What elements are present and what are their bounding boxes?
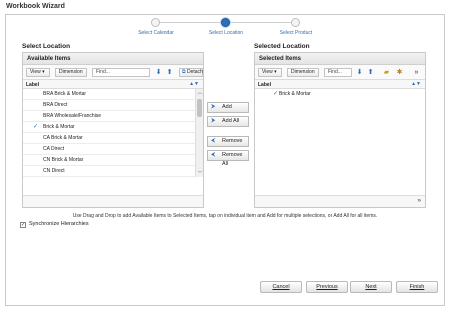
view-menu-button[interactable]: View ▾: [258, 68, 282, 77]
add-all-button[interactable]: ⮞ Add All: [207, 116, 249, 127]
list-item[interactable]: CN Brick & Mortar: [23, 155, 203, 166]
find-input[interactable]: Find...: [324, 68, 352, 77]
overflow-icon[interactable]: »: [418, 198, 421, 204]
cancel-button[interactable]: Cancel: [260, 281, 302, 293]
label-column-header: Label: [26, 82, 40, 88]
available-scrollbar[interactable]: ︿ ﹀: [195, 89, 203, 177]
list-item[interactable]: BRA Wholesale/Franchise: [23, 111, 203, 122]
find-previous-icon[interactable]: ⬆: [165, 68, 174, 77]
available-items-title: Available Items: [23, 53, 203, 65]
scroll-down-icon[interactable]: ﹀: [196, 170, 203, 177]
move-all-left-icon: ⮜: [211, 152, 216, 158]
available-toolbar: View ▾ Dimension Find... ⬇ ⬆ ⧉ Detach: [23, 65, 203, 80]
remove-button[interactable]: ⮜ Remove: [207, 136, 249, 147]
train-step-product[interactable]: [291, 18, 300, 27]
selected-toolbar: View ▾ Dimension Find... ⬇ ⬆ ▰ ✱ »: [255, 65, 425, 80]
find-next-icon[interactable]: ⬇: [355, 68, 364, 77]
available-items-panel: Available Items View ▾ Dimension Find...…: [22, 52, 204, 208]
find-previous-icon[interactable]: ⬆: [366, 68, 375, 77]
window-title: Workbook Wizard: [6, 3, 65, 10]
train-step-calendar[interactable]: [151, 18, 160, 27]
list-item[interactable]: ✓ Brick & Mortar: [255, 89, 425, 100]
add-button[interactable]: ⮞ Add: [207, 102, 249, 113]
sort-icon[interactable]: ▲▼: [411, 81, 421, 87]
folder-icon[interactable]: ▰: [382, 68, 391, 77]
list-item[interactable]: CA Direct: [23, 144, 203, 155]
detach-button[interactable]: ⧉ Detach: [179, 68, 203, 77]
detach-label: Detach: [186, 69, 203, 75]
detach-icon: ⧉: [182, 69, 186, 75]
list-item[interactable]: BRA Direct: [23, 100, 203, 111]
available-footer: [23, 195, 203, 207]
checkbox-icon[interactable]: ✓: [20, 222, 26, 228]
next-label: Next: [365, 284, 377, 290]
left-section-title: Select Location: [22, 43, 71, 50]
scroll-up-icon[interactable]: ︿: [196, 89, 203, 96]
list-item[interactable]: BRA Brick & Mortar: [23, 89, 203, 100]
previous-button[interactable]: Previous: [306, 281, 348, 293]
checkmark-icon: ✓: [273, 91, 279, 97]
previous-label: Previous: [316, 284, 338, 290]
train-label-location[interactable]: Select Location: [196, 30, 256, 36]
sort-icon[interactable]: ▲▼: [189, 81, 199, 87]
find-next-icon[interactable]: ⬇: [154, 68, 163, 77]
view-label: View: [262, 69, 273, 75]
view-menu-button[interactable]: View ▾: [26, 68, 50, 77]
label-column-header: Label: [258, 82, 272, 88]
right-section-title: Selected Location: [254, 43, 310, 50]
train-label-calendar[interactable]: Select Calendar: [126, 30, 186, 36]
move-right-icon: ⮞: [211, 104, 216, 110]
cancel-label: Cancel: [272, 284, 290, 290]
finish-label: Finish: [409, 284, 425, 290]
selected-items-panel: Selected Items View ▾ Dimension Find... …: [254, 52, 426, 208]
instructions-text: Use Drag and Drop to add Available Items…: [72, 213, 378, 219]
selected-items-title: Selected Items: [255, 53, 425, 65]
train-step-location[interactable]: [221, 18, 230, 27]
view-label: View: [30, 69, 41, 75]
checkmark-icon: ✓: [33, 124, 39, 130]
selected-list: ✓ Brick & Mortar: [255, 89, 425, 100]
available-list: BRA Brick & Mortar BRA Direct BRA Wholes…: [23, 89, 203, 177]
move-left-icon: ⮜: [211, 138, 216, 144]
finish-button[interactable]: Finish: [396, 281, 438, 293]
chevron-down-icon: ▾: [274, 69, 277, 75]
dimension-button[interactable]: Dimension: [287, 68, 319, 77]
list-item[interactable]: CA Brick & Mortar: [23, 133, 203, 144]
list-item[interactable]: ✓ Brick & Mortar: [23, 122, 203, 133]
chevron-down-icon: ▾: [42, 69, 45, 75]
selected-label-column[interactable]: Label ▲▼: [255, 80, 425, 89]
sync-label: Synchronize Hierarchies: [29, 221, 89, 227]
dimension-button[interactable]: Dimension: [55, 68, 87, 77]
list-item[interactable]: CN Direct: [23, 166, 203, 177]
new-folder-icon[interactable]: ✱: [395, 68, 404, 77]
available-label-column[interactable]: Label ▲▼: [23, 80, 203, 89]
train-label-product[interactable]: Select Product: [266, 30, 326, 36]
next-button[interactable]: Next: [350, 281, 392, 293]
remove-all-button[interactable]: ⮜ Remove All: [207, 150, 249, 167]
selected-footer: »: [255, 195, 425, 207]
scroll-thumb[interactable]: [197, 99, 202, 117]
move-all-right-icon: ⮞: [211, 118, 216, 124]
overflow-icon[interactable]: »: [412, 68, 421, 77]
find-input[interactable]: Find...: [92, 68, 150, 77]
